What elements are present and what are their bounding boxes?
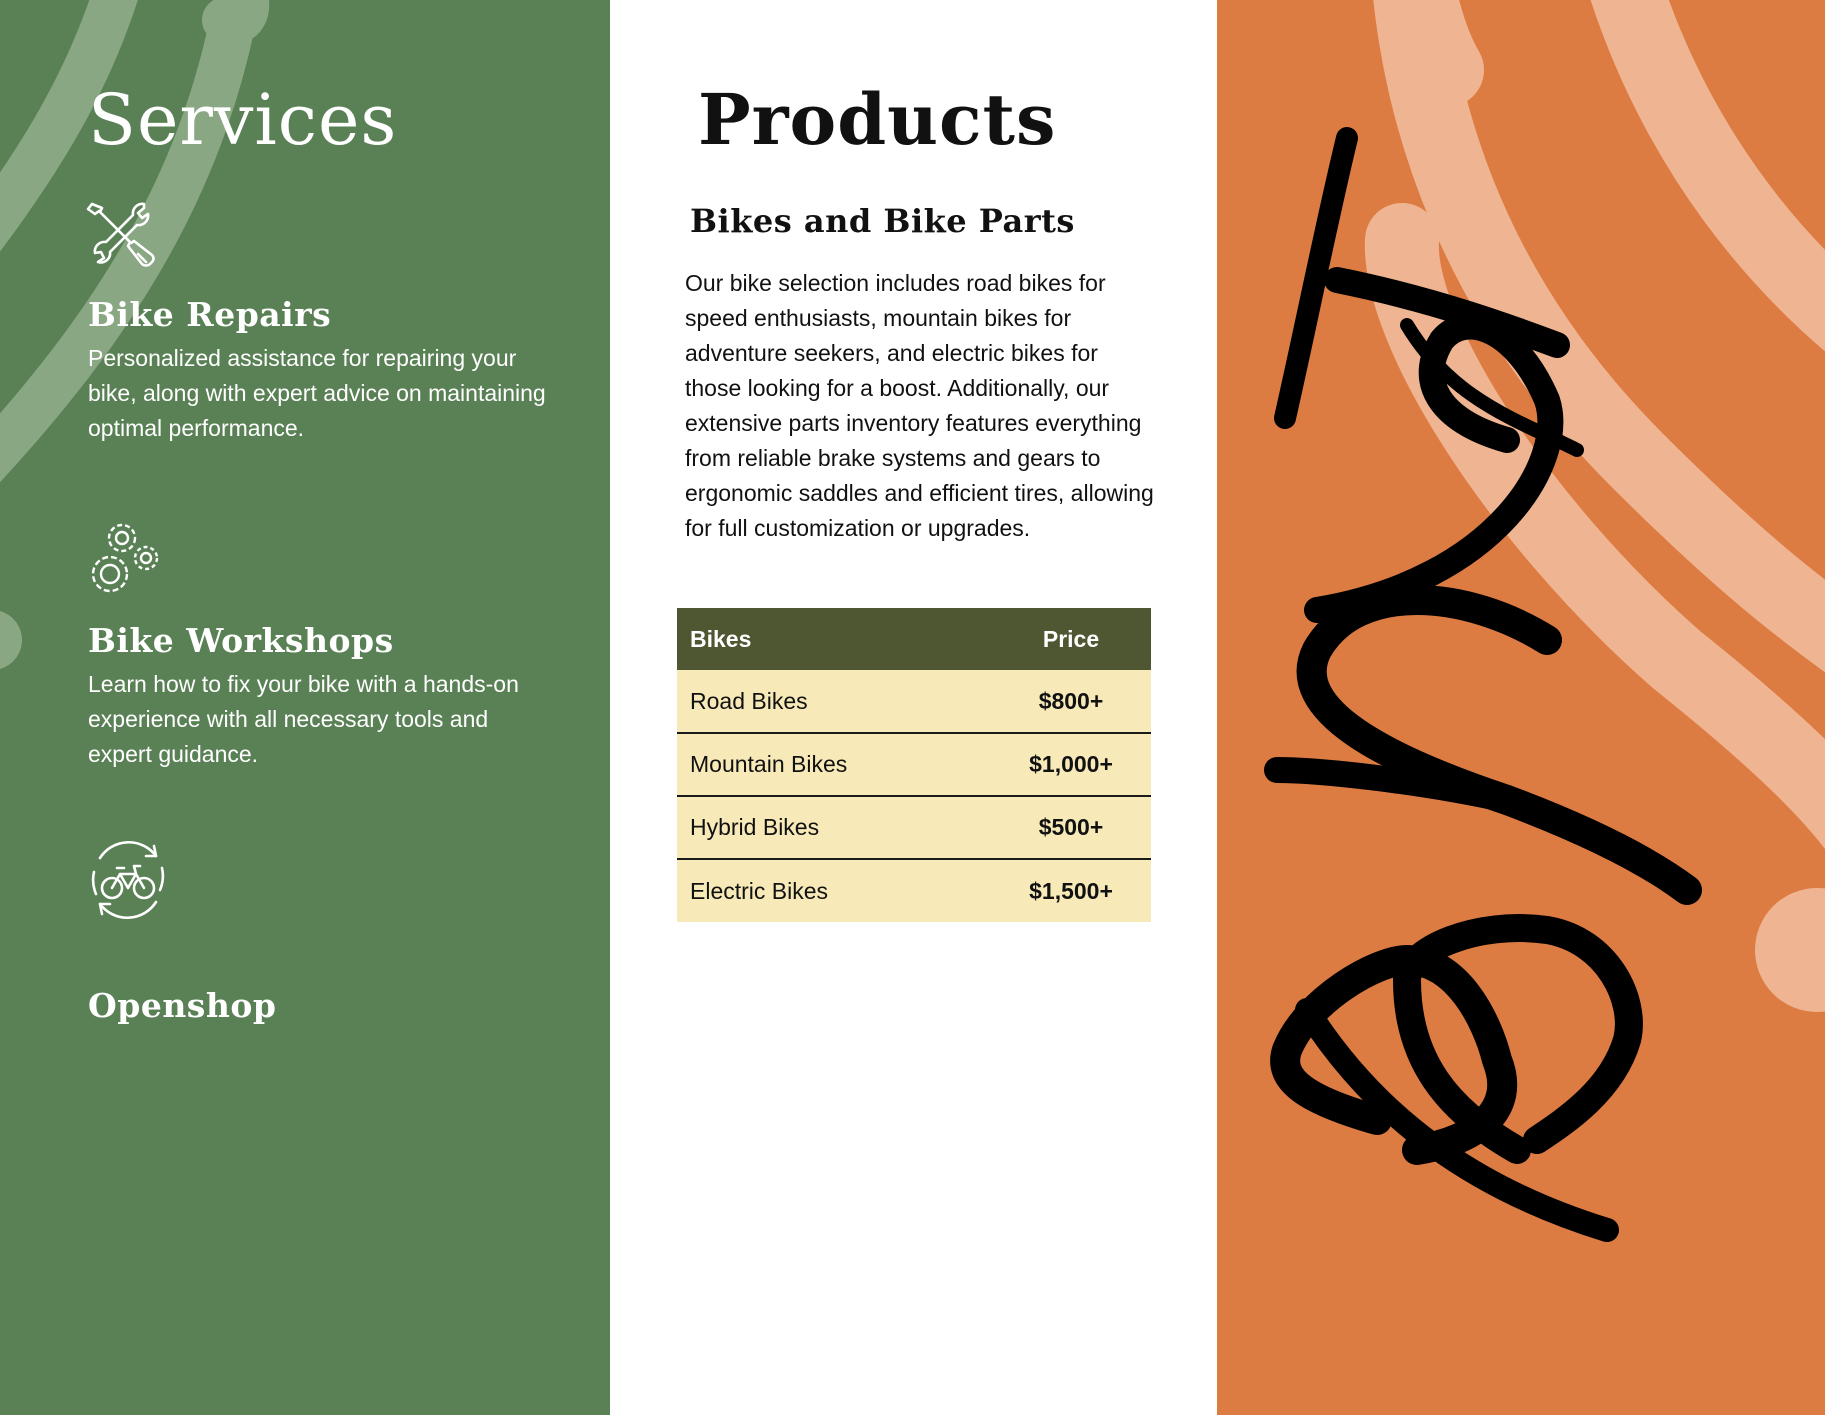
table-cell-bike: Road Bikes — [677, 670, 991, 734]
brand-artwork — [1264, 0, 1825, 1242]
table-cell-bike: Mountain Bikes — [677, 733, 991, 797]
service-heading-bike-repairs: Bike Repairs — [88, 295, 332, 334]
gears-icon — [86, 520, 162, 606]
table-header-price: Price — [991, 608, 1151, 670]
table-cell-bike: Electric Bikes — [677, 859, 991, 922]
table-row: Road Bikes $800+ — [677, 670, 1151, 734]
table-header-bikes: Bikes — [677, 608, 991, 670]
price-table: Bikes Price Road Bikes $800+ Mountain Bi… — [677, 608, 1151, 922]
table-header-row: Bikes Price — [677, 608, 1151, 670]
service-description-bike-workshops: Learn how to fix your bike with a hands-… — [88, 671, 519, 767]
table-cell-price: $1,500+ — [991, 859, 1151, 922]
services-title: Services — [88, 79, 398, 161]
products-title: Products — [698, 78, 1057, 161]
table-row: Mountain Bikes $1,000+ — [677, 733, 1151, 797]
wrench-screwdriver-icon — [86, 200, 158, 276]
table-row: Electric Bikes $1,500+ — [677, 859, 1151, 922]
products-subtitle: Bikes and Bike Parts — [690, 202, 1075, 240]
products-description: Our bike selection includes road bikes f… — [685, 270, 1154, 541]
bike-cycle-icon — [86, 838, 170, 926]
products-panel: Products Bikes and Bike Parts Our bike s… — [610, 0, 1217, 1415]
table-cell-bike: Hybrid Bikes — [677, 796, 991, 860]
service-heading-openshop: Openshop — [88, 986, 277, 1025]
brand-panel — [1217, 0, 1825, 1415]
table-row: Hybrid Bikes $500+ — [677, 796, 1151, 860]
table-cell-price: $500+ — [991, 796, 1151, 860]
service-heading-bike-workshops: Bike Workshops — [88, 621, 394, 660]
service-description-bike-repairs: Personalized assistance for repairing yo… — [88, 345, 546, 441]
services-panel: Services Bike Repairs Personalized assis… — [0, 0, 610, 1415]
table-cell-price: $800+ — [991, 670, 1151, 734]
table-cell-price: $1,000+ — [991, 733, 1151, 797]
